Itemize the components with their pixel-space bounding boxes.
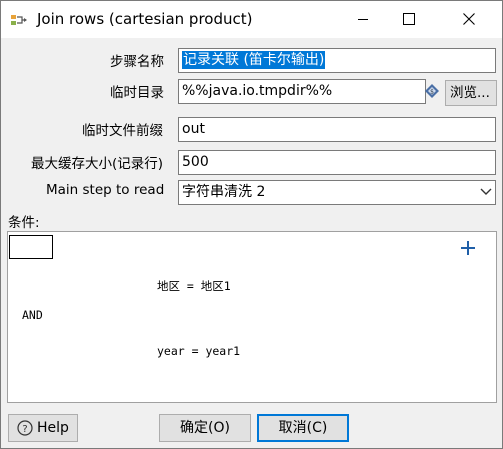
chevron-down-icon[interactable] <box>479 186 493 198</box>
step-name-value: 记录关联 (笛卡尔输出) <box>182 51 326 69</box>
main-step-value: 字符串清洗 2 <box>182 184 266 200</box>
help-button[interactable]: ? Help <box>8 414 78 442</box>
cancel-button[interactable]: 取消(C) <box>257 414 349 442</box>
condition-negate-box[interactable] <box>9 235 53 259</box>
help-label: Help <box>37 420 69 436</box>
svg-text:?: ? <box>22 424 27 435</box>
step-name-label: 步骤名称 <box>110 54 164 70</box>
transform-icon <box>11 15 27 25</box>
question-circle-icon: ? <box>17 420 33 436</box>
conditions-label: 条件: <box>8 215 40 231</box>
condition-1[interactable]: 地区 = 地区1 <box>157 278 231 294</box>
title-bar[interactable]: Join rows (cartesian product) <box>1 1 502 38</box>
ok-button[interactable]: 确定(O) <box>159 414 251 442</box>
browse-button[interactable]: 浏览... <box>445 80 497 106</box>
temp-dir-input[interactable]: %%java.io.tmpdir%% <box>178 79 426 104</box>
condition-operator[interactable]: AND <box>22 308 43 322</box>
main-step-label: Main step to read <box>46 182 165 198</box>
close-icon <box>463 13 475 25</box>
temp-prefix-input[interactable]: out <box>178 117 496 142</box>
step-name-input[interactable]: 记录关联 (笛卡尔输出) <box>178 48 496 73</box>
svg-text:$: $ <box>430 89 434 96</box>
maximize-icon <box>403 13 415 25</box>
temp-dir-label: 临时目录 <box>110 85 164 101</box>
window-title: Join rows (cartesian product) <box>37 10 253 28</box>
minimize-icon <box>358 19 368 20</box>
dialog-window: Join rows (cartesian product) 步骤名称 记录关联 … <box>0 0 503 449</box>
variable-diamond-icon[interactable]: $ <box>425 84 439 98</box>
main-step-select[interactable]: 字符串清洗 2 <box>178 180 496 205</box>
condition-2[interactable]: year = year1 <box>157 344 240 358</box>
plus-icon[interactable] <box>460 240 476 256</box>
max-cache-input[interactable]: 500 <box>178 150 496 175</box>
maximize-button[interactable] <box>386 1 432 37</box>
minimize-button[interactable] <box>340 1 386 37</box>
condition-editor[interactable]: 地区 = 地区1 AND year = year1 <box>7 231 497 403</box>
temp-prefix-label: 临时文件前缀 <box>82 123 163 139</box>
max-cache-label: 最大缓存大小(记录行) <box>31 156 164 172</box>
close-button[interactable] <box>446 1 492 37</box>
